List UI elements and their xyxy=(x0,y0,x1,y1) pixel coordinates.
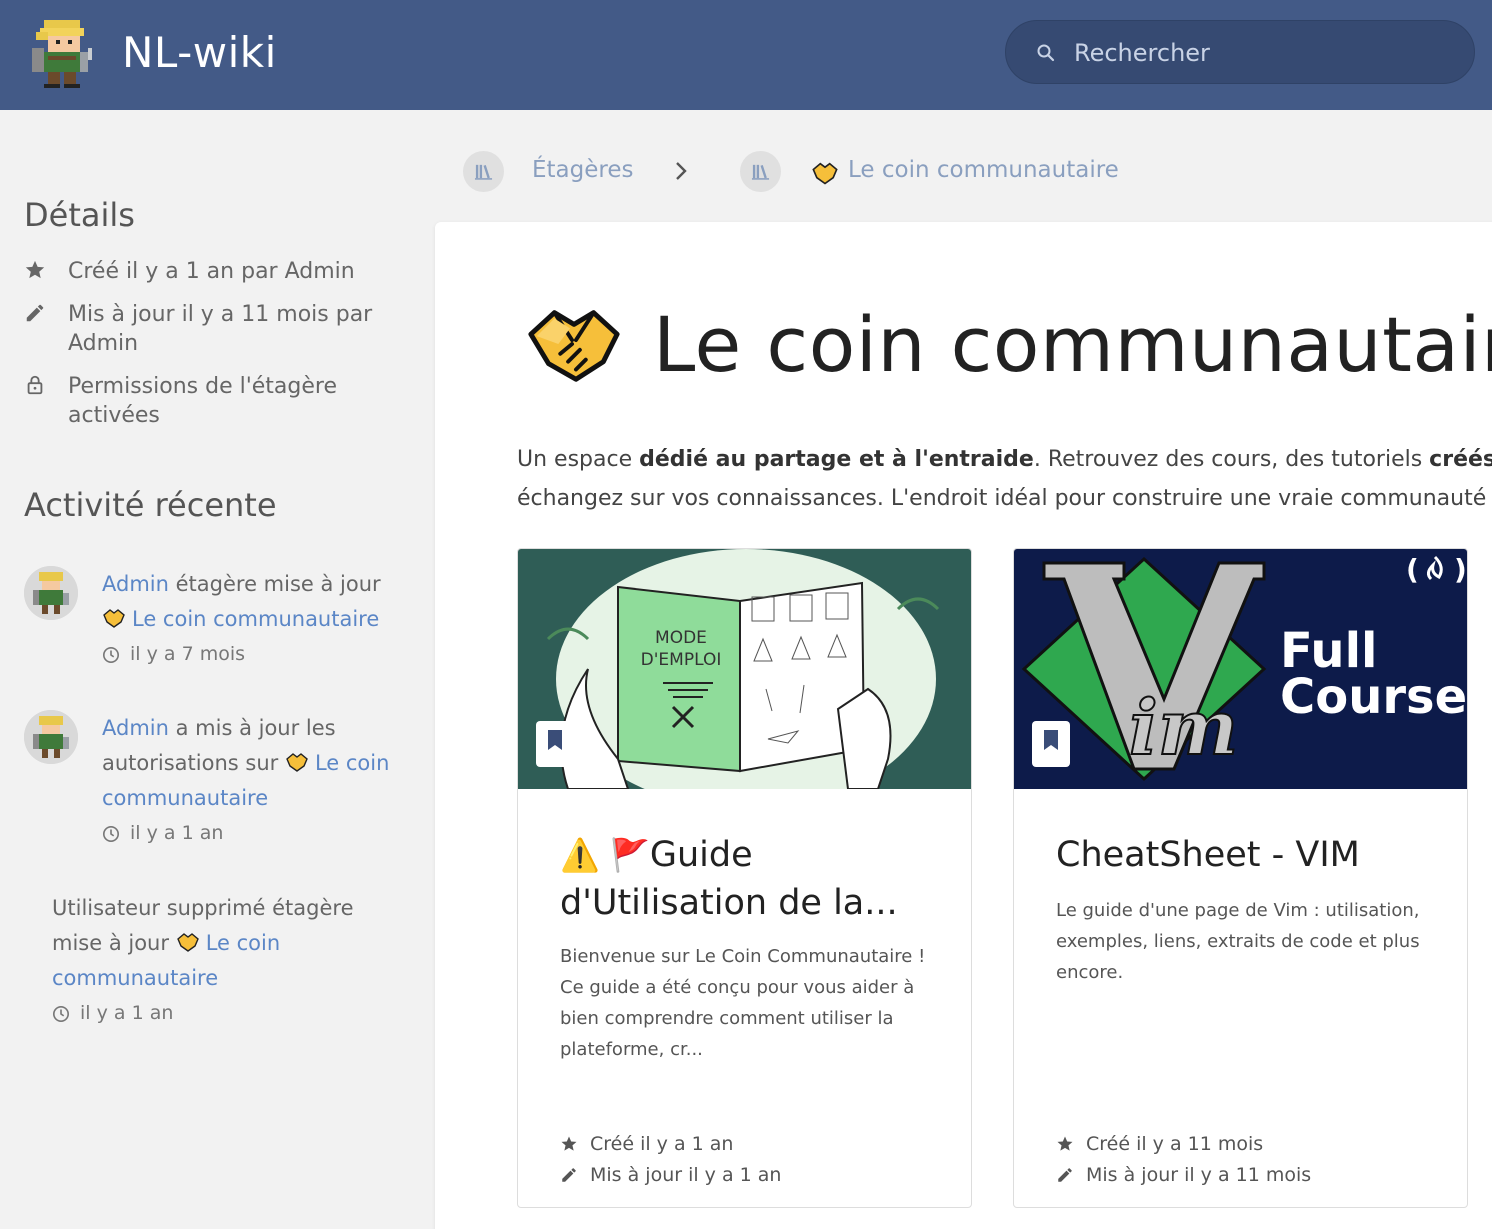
cover-text: MODE xyxy=(655,628,707,648)
star-icon xyxy=(1057,1136,1073,1151)
activity-time-text: il y a 1 an xyxy=(80,1002,174,1024)
pencil-icon xyxy=(26,304,44,322)
desc-text: . Retrouvez des cours, des tutoriels xyxy=(1033,447,1430,472)
book-description: Le guide d'une page de Vim : utilisation… xyxy=(1056,900,1420,983)
book-updated-text: Mis à jour il y a 11 mois xyxy=(1086,1164,1312,1186)
svg-text:): ) xyxy=(1454,553,1467,586)
activity-user-link[interactable]: Admin xyxy=(102,572,169,596)
book-created-text: Créé il y a 11 mois xyxy=(1086,1133,1264,1155)
site-logo[interactable] xyxy=(24,16,104,92)
book-cover: im Full Course ( ) xyxy=(1014,549,1467,789)
activity-time: il y a 7 mois xyxy=(102,637,392,672)
activity-time: il y a 1 an xyxy=(102,816,402,851)
activity-time: il y a 1 an xyxy=(52,996,382,1031)
cover-text: Course xyxy=(1280,669,1467,725)
bookmark-icon xyxy=(548,730,562,750)
book-created: Créé il y a 11 mois xyxy=(1056,1133,1263,1155)
book-title[interactable]: ⚠️ 🚩Guide d'Utilisation de la... xyxy=(560,831,940,927)
clock-icon xyxy=(102,646,120,663)
activity-heading: Activité récente xyxy=(24,486,277,524)
avatar[interactable] xyxy=(24,710,78,764)
activity-user-link[interactable]: Admin xyxy=(102,716,169,740)
book-updated: Mis à jour il y a 11 mois xyxy=(1056,1164,1311,1186)
book-updated: Mis à jour il y a 1 an xyxy=(560,1164,781,1186)
breadcrumb-shelves[interactable]: Étagères xyxy=(532,157,633,183)
pencil-icon xyxy=(562,1168,576,1182)
search-bar[interactable] xyxy=(1005,20,1475,85)
activity-time-text: il y a 1 an xyxy=(130,822,224,844)
book-created: Créé il y a 1 an xyxy=(560,1133,733,1155)
site-name[interactable]: NL-wiki xyxy=(122,28,277,77)
book-description: Bienvenue sur Le Coin Communautaire ! Ce… xyxy=(560,946,926,1060)
details-heading: Détails xyxy=(24,196,135,234)
handshake-icon xyxy=(812,162,838,185)
handshake-icon xyxy=(176,933,199,952)
avatar[interactable] xyxy=(24,566,78,620)
detail-created-text: Créé il y a 1 an par Admin xyxy=(68,259,355,284)
handshake-icon xyxy=(286,753,308,772)
activity-action: étagère mise à jour xyxy=(175,572,381,596)
cover-text: D'EMPLOI xyxy=(641,650,722,670)
search-icon xyxy=(1037,44,1055,62)
bookmark-icon xyxy=(1044,730,1058,750)
lock-icon xyxy=(27,375,43,395)
shelves-icon[interactable] xyxy=(463,151,504,192)
search-input[interactable] xyxy=(1074,21,1454,85)
handshake-icon xyxy=(528,310,620,382)
shelf-icon[interactable] xyxy=(740,151,781,192)
pencil-icon xyxy=(1058,1168,1072,1182)
star-icon xyxy=(25,260,45,279)
detail-updated-text: Mis à jour il y a 11 mois par Admin xyxy=(68,302,373,356)
book-title[interactable]: CheatSheet - VIM xyxy=(1056,831,1436,879)
book-cover: MODE D'EMPLOI xyxy=(518,549,971,789)
book-badge xyxy=(536,721,574,767)
clock-icon xyxy=(52,1005,70,1022)
svg-text:(: ( xyxy=(1406,553,1419,586)
detail-permissions-text: Permissions de l'étagère activées xyxy=(68,374,338,428)
star-icon xyxy=(561,1136,577,1151)
warning-flag-icons: ⚠️ 🚩 xyxy=(560,836,650,874)
breadcrumb-current[interactable]: Le coin communautaire xyxy=(848,157,1119,183)
desc-text: échangez sur vos connaissances. L'endroi… xyxy=(517,486,1492,511)
desc-text: Un espace xyxy=(517,447,640,472)
page-title: Le coin communautaire xyxy=(653,300,1492,389)
shelf-description: Un espace dédié au partage et à l'entrai… xyxy=(517,440,1492,518)
chevron-right-icon xyxy=(676,162,687,180)
book-card[interactable]: im Full Course ( ) CheatSheet - VIM Le g… xyxy=(1013,548,1468,1208)
activity-time-text: il y a 7 mois xyxy=(130,643,246,665)
activity-user: Utilisateur supprimé xyxy=(52,896,266,920)
book-badge xyxy=(1032,721,1070,767)
desc-bold: créés par de xyxy=(1429,447,1492,472)
handshake-icon xyxy=(103,609,125,628)
desc-bold: dédié au partage et à l'entraide xyxy=(639,447,1034,472)
svg-text:im: im xyxy=(1129,683,1238,772)
clock-icon xyxy=(102,825,120,842)
activity-target-link[interactable]: Le coin communautaire xyxy=(132,607,379,631)
book-created-text: Créé il y a 1 an xyxy=(590,1133,734,1155)
shelf-content: Le coin communautaire Un espace dédié au… xyxy=(435,222,1492,1229)
book-updated-text: Mis à jour il y a 1 an xyxy=(590,1164,782,1186)
book-card[interactable]: MODE D'EMPLOI ⚠️ 🚩Guide d'Utilisation de… xyxy=(517,548,972,1208)
top-bar: NL-wiki xyxy=(0,0,1492,110)
